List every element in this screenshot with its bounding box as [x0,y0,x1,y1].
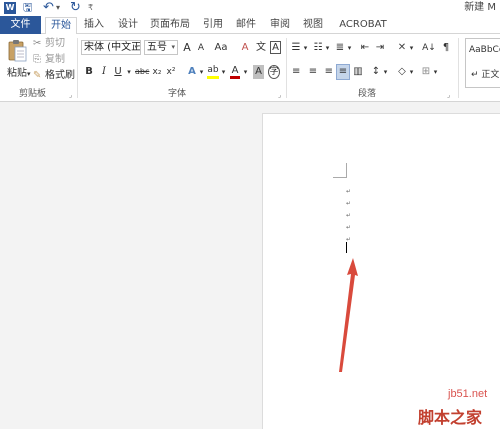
text-cursor [346,242,347,253]
justify-button[interactable]: ≡ [336,64,350,80]
tab-acrobat[interactable]: ACROBAT [334,16,392,34]
tab-file[interactable]: 文件 [0,16,41,34]
clipboard-launcher-icon[interactable]: ⌟ [69,91,72,99]
line-spacing-button[interactable]: ↕ [370,65,382,79]
document-title: 新建 M [464,2,496,13]
bullets-dropdown-icon[interactable]: ▾ [302,41,309,55]
paste-icon[interactable] [8,39,28,65]
paste-button[interactable]: 粘贴▾ [7,64,31,79]
change-case-button[interactable]: Aa [212,41,230,55]
paragraph-mark: ↵ [346,224,352,231]
character-border-button[interactable]: A [270,41,281,54]
tab-view[interactable]: 视图 [299,16,327,34]
paragraph-mark: ↵ [346,212,352,219]
font-size-combo[interactable]: 五号 ▾ [144,40,178,55]
chinese-layout-button[interactable]: ✕ [396,41,408,55]
text-effects-dropdown-icon[interactable]: ▾ [198,65,205,79]
align-left-button[interactable]: ≡ [292,65,304,79]
character-shading-button[interactable]: A [253,65,264,79]
chevron-down-icon: ▾ [171,43,175,51]
strikethrough-button[interactable]: abc [135,65,149,79]
paragraph-launcher-icon[interactable]: ⌟ [447,91,450,99]
highlight-button[interactable]: ab [207,65,219,79]
margin-corner-mark [333,177,347,178]
clipboard-group-label: 剪贴板 [19,89,47,99]
enclose-characters-button[interactable]: 字 [268,65,280,79]
distributed-button[interactable]: ▥ [352,65,364,79]
clear-formatting-button[interactable]: A [240,41,250,55]
underline-dropdown-icon[interactable]: ▾ [125,65,133,79]
sort-button[interactable]: A↓ [422,41,436,55]
tab-home[interactable]: 开始 [45,17,77,35]
italic-button[interactable]: I [99,65,109,79]
multilevel-dropdown-icon[interactable]: ▾ [346,41,353,55]
paintbrush-icon: ✎ [33,70,42,81]
format-painter-button[interactable]: ✎ 格式刷 [33,70,75,82]
scissors-icon: ✂ [33,38,42,49]
redo-icon[interactable]: ↻ [70,1,81,15]
shading-dropdown-icon[interactable]: ▾ [408,65,415,79]
style-normal[interactable]: AaBbCc ↵ 正文 [465,38,500,88]
multilevel-list-button[interactable]: ≣ [334,41,346,55]
font-color-button[interactable]: A [230,65,240,79]
align-right-button[interactable]: ≡ [321,65,333,79]
tab-insert[interactable]: 插入 [80,16,108,34]
bold-button[interactable]: B [84,65,94,79]
decrease-indent-button[interactable]: ⇤ [359,41,371,55]
document-page[interactable] [262,113,500,429]
borders-dropdown-icon[interactable]: ▾ [432,65,439,79]
undo-icon[interactable]: ↶ [43,1,54,15]
group-divider [77,38,78,98]
shading-button[interactable]: ◇ [396,65,408,79]
tab-review[interactable]: 审阅 [266,16,294,34]
numbering-button[interactable]: ☷ [312,41,324,55]
cut-button[interactable]: ✂ 剪切 [33,38,65,50]
paragraph-mark: ↵ [346,200,352,207]
ribbon-tabs: 文件 开始 插入 设计 页面布局 引用 邮件 审阅 视图 ACROBAT [0,16,500,35]
document-area [0,103,500,429]
numbering-dropdown-icon[interactable]: ▾ [324,41,331,55]
center-button[interactable]: ≡ [307,65,319,79]
group-divider [458,38,459,98]
undo-dropdown-icon[interactable]: ▾ [56,1,60,15]
copy-button[interactable]: ⎘ 复制 [33,54,65,66]
show-marks-button[interactable]: ¶ [441,41,451,55]
copy-icon: ⎘ [33,54,41,65]
paragraph-group-label: 段落 [358,89,377,99]
style-name-label: ↵ 正文 [471,70,500,80]
grow-font-button[interactable]: A [181,41,193,55]
bullets-button[interactable]: ☰ [290,41,302,55]
save-icon[interactable]: 🖫 [23,1,32,15]
font-group-label: 字体 [168,89,187,99]
chinese-layout-dropdown-icon[interactable]: ▾ [408,41,415,55]
word-app-icon: W [4,2,16,14]
tab-design[interactable]: 设计 [114,16,142,34]
chevron-down-icon: ▾ [134,43,138,51]
borders-button[interactable]: ⊞ [420,65,432,79]
style-sample-text: AaBbCc [469,45,500,55]
superscript-button[interactable]: x² [165,65,177,79]
tab-references[interactable]: 引用 [199,16,227,34]
title-bar: W 🖫 ↶ ▾ ↻ ₹ 新建 M [0,0,500,16]
paragraph-mark: ↵ [346,188,352,195]
watermark-site: jb51.net [448,388,488,400]
ribbon: 粘贴▾ ✂剪切 ⎘复制 ✎格式刷 剪贴板 ⌟ 宋体 (中文正文▾ 五号▾ A A… [0,34,500,102]
shrink-font-button[interactable]: A [195,41,207,55]
font-name-combo[interactable]: 宋体 (中文正文▾ [81,40,141,55]
subscript-button[interactable]: x₂ [151,65,163,79]
line-spacing-dropdown-icon[interactable]: ▾ [382,65,389,79]
tab-mailings[interactable]: 邮件 [232,16,260,34]
text-effects-button[interactable]: A [187,65,197,79]
group-divider [286,38,287,98]
watermark-name: 脚本之家 [418,408,483,427]
font-launcher-icon[interactable]: ⌟ [278,91,281,99]
customize-quick-access-icon[interactable]: ₹ [88,1,93,15]
underline-button[interactable]: U [113,65,123,79]
highlight-dropdown-icon[interactable]: ▾ [220,65,227,79]
tab-page-layout[interactable]: 页面布局 [146,16,194,34]
font-color-dropdown-icon[interactable]: ▾ [242,65,249,79]
phonetic-guide-button[interactable]: 文 [255,41,267,55]
margin-corner-mark [346,163,347,177]
increase-indent-button[interactable]: ⇥ [374,41,386,55]
